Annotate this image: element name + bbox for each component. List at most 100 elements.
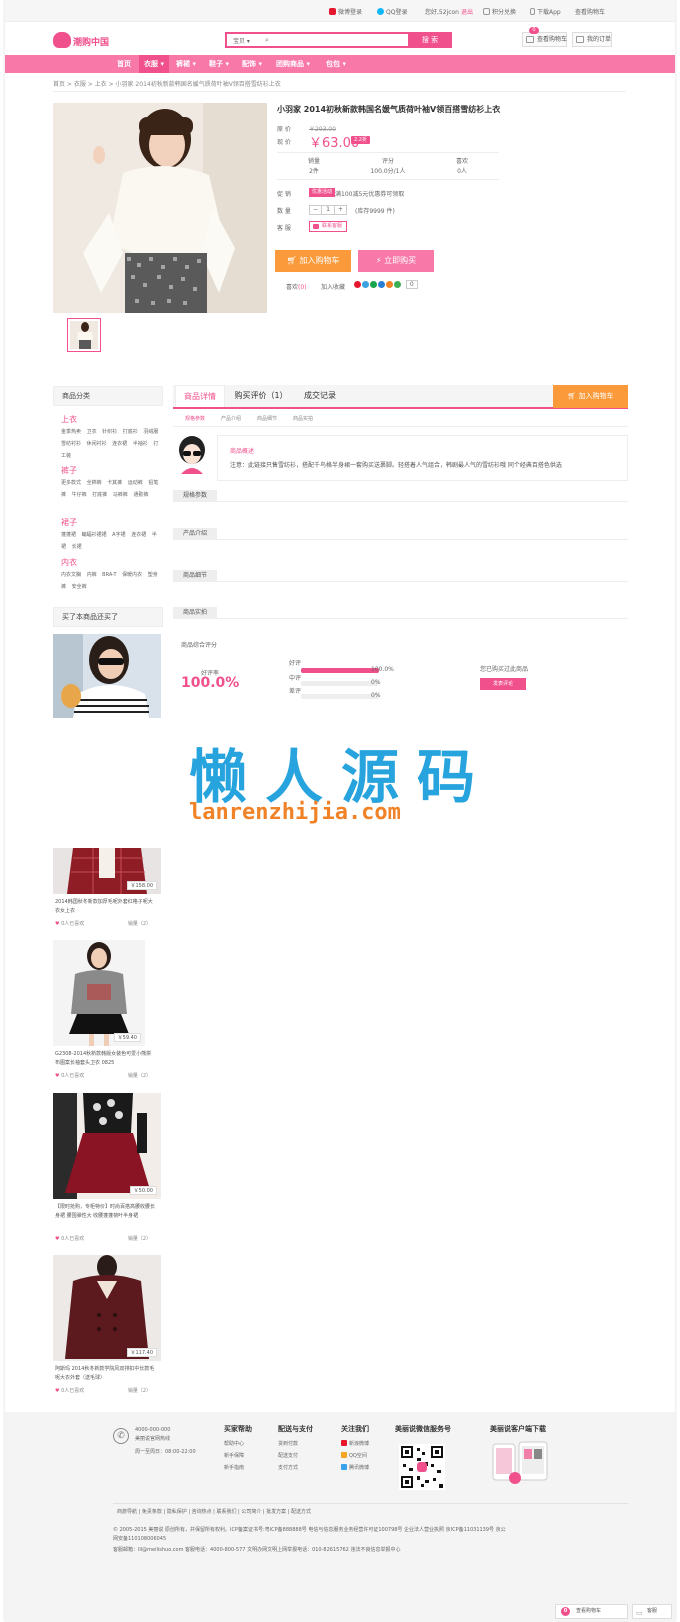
- sub-tabs: 规格参数 产品介绍 商品细节 商品实拍: [173, 413, 628, 427]
- contact-service-button[interactable]: 联系客服: [309, 221, 348, 232]
- also-bought-image[interactable]: [53, 634, 161, 718]
- topbar-cart-link[interactable]: 查看购物车: [575, 7, 605, 16]
- phone-icon: ✆: [113, 1428, 129, 1444]
- search-button[interactable]: 搜 索: [408, 32, 452, 48]
- product-thumbnail[interactable]: [67, 318, 101, 352]
- product-image[interactable]: ￥117.40: [53, 1255, 161, 1361]
- footer-links-row[interactable]: 商旅导航 | 免责条款 | 隐私保护 | 咨询热点 | 联系我们 | 公司简介 …: [117, 1508, 311, 1515]
- qty-minus-button[interactable]: −: [310, 206, 322, 214]
- like-count[interactable]: ♥ 0人已喜欢: [55, 1387, 84, 1394]
- product-name[interactable]: 阿斯玛 2014秋冬新款学院风双排扣中长款毛呢大衣外套（送毛球）: [55, 1365, 155, 1383]
- rating-row-mid-value: 0%: [371, 679, 381, 686]
- like-button[interactable]: 喜欢(0): [286, 282, 307, 291]
- subtab-specs[interactable]: 规格参数: [185, 415, 205, 422]
- product-name[interactable]: 【限时抢购，专柜特价】时尚百搭高腰收腰长身裙 腰围弹性大 收腰蓬蓬荷叶半身裙: [55, 1203, 155, 1221]
- tab-details[interactable]: 商品详情: [175, 385, 225, 407]
- footer-link-weibo[interactable]: 新浪微博: [341, 1438, 369, 1450]
- more-share-icon[interactable]: [394, 281, 401, 288]
- category-links-tops[interactable]: 金季热卖 卫衣 针织衫 打底衫 羽绒服 雪纺衬衫 休闲衬衫 连衣裙 半袖衫 打工…: [61, 426, 161, 462]
- product-name[interactable]: G2308-2014秋新款韩版女装色可爱小熊拼布图案长袖套头卫衣 0825: [55, 1050, 155, 1068]
- qty-input[interactable]: 1: [322, 206, 334, 214]
- orders-button[interactable]: 我的订单: [572, 32, 612, 47]
- category-links-pants[interactable]: 更多款式 全棉裤 卡其裤 运动裤 铅笔裤 牛仔裤 打底裤 马裤裤 通勤裤: [61, 477, 161, 501]
- list-item[interactable]: ￥158.00 2014韩国秋冬新款加厚毛呢外套红格子呢大衣女上衣 ♥ 0人已喜…: [53, 848, 163, 927]
- points-link[interactable]: 积分兑换: [483, 7, 516, 16]
- qzone-share-icon[interactable]: [362, 281, 369, 288]
- qq-login-link[interactable]: QQ登录: [377, 7, 407, 16]
- product-image[interactable]: ￥59.40: [53, 940, 145, 1046]
- nav-item-bags[interactable]: 包包 ▾: [321, 55, 351, 73]
- footer-link[interactable]: 帮助中心: [224, 1438, 244, 1450]
- tencent-share-icon[interactable]: [378, 281, 385, 288]
- section-details: 商品细节: [173, 570, 628, 582]
- add-to-cart-button[interactable]: 🛒︎ 加入购物车: [275, 250, 351, 272]
- search-category-select[interactable]: 宝贝 ▾: [233, 36, 250, 45]
- greeting: 您好,52jcon: [425, 9, 459, 16]
- logo-text: 潮购中国: [73, 38, 110, 48]
- footer-link[interactable]: 货到付款: [278, 1438, 298, 1450]
- footer-link-tencent[interactable]: 腾讯微博: [341, 1462, 369, 1474]
- footer-divider: [113, 1503, 628, 1504]
- copyright-line-3: 客服邮箱：lll@meilishuo.com 客服电话：4000-800-577…: [113, 1547, 401, 1553]
- footer-link[interactable]: 配送支付: [278, 1450, 298, 1462]
- favorite-button[interactable]: 加入收藏: [321, 282, 345, 291]
- list-item[interactable]: ￥117.40 阿斯玛 2014秋冬新款学院风双排扣中长款毛呢大衣外套（送毛球）…: [53, 1255, 163, 1394]
- weibo-login-link[interactable]: 微博登录: [329, 7, 362, 16]
- tab-reviews[interactable]: 购买评价（1）: [229, 385, 293, 407]
- subtab-intro[interactable]: 产品介绍: [221, 415, 241, 422]
- subtab-photos[interactable]: 商品实拍: [293, 415, 313, 422]
- sales-count: 销量（2）: [127, 1236, 151, 1242]
- nav-item-pants[interactable]: 裤裙 ▾: [171, 55, 201, 73]
- nav-item-home[interactable]: 首页: [111, 55, 137, 73]
- footer-link[interactable]: 支付方式: [278, 1462, 298, 1474]
- like-count[interactable]: ♥ 0人已喜欢: [55, 1072, 84, 1079]
- share-icons[interactable]: 0: [354, 280, 418, 289]
- site-logo[interactable]: 潮购中国: [53, 30, 109, 50]
- nav-item-accessories[interactable]: 配饰 ▾: [237, 55, 267, 73]
- post-review-button[interactable]: 发表评论: [480, 678, 526, 690]
- footer-hours: 周一至周日：08:00-22:00: [135, 1449, 196, 1455]
- footer-link-qzone[interactable]: QQ空间: [341, 1450, 367, 1462]
- category-links-skirts[interactable]: 蓬蓬裙 蝙蝠衫裙裙 A字裙 连衣裙 半裙 长裙: [61, 529, 161, 553]
- tab-transactions[interactable]: 成交记录: [295, 385, 345, 407]
- footer-link[interactable]: 新手指南: [224, 1462, 244, 1474]
- floating-service-button[interactable]: ▭ 客服: [632, 1604, 672, 1619]
- product-name[interactable]: 2014韩国秋冬新款加厚毛呢外套红格子呢大衣女上衣: [55, 898, 155, 916]
- product-image[interactable]: ￥158.00: [53, 848, 161, 894]
- cart-count-badge: 0: [561, 1607, 570, 1616]
- promo-text[interactable]: 满100减5元优惠券可领取: [335, 189, 404, 198]
- buy-now-button[interactable]: ⚡︎ 立即购买: [358, 250, 434, 272]
- wechat-share-icon[interactable]: [370, 281, 377, 288]
- category-links-underwear[interactable]: 内衣文胸 内裤 BRA-T 保暖内衣 塑身裤 安全裤: [61, 569, 161, 593]
- nav-item-clothes[interactable]: 衣服 ▾: [139, 55, 169, 73]
- product-main-image[interactable]: [53, 103, 267, 313]
- nav-item-group-buy[interactable]: 团购商品 ▾: [271, 55, 315, 73]
- app-download-image[interactable]: [491, 1440, 551, 1484]
- category-group-underwear[interactable]: 内衣: [61, 557, 77, 568]
- category-group-tops[interactable]: 上衣: [61, 414, 77, 425]
- list-item[interactable]: ￥59.40 G2308-2014秋新款韩版女装色可爱小熊拼布图案长袖套头卫衣 …: [53, 940, 163, 1079]
- section-photos: 商品实拍: [173, 607, 628, 619]
- subtab-details[interactable]: 商品细节: [257, 415, 277, 422]
- section-specs: 规格参数: [173, 490, 628, 502]
- wechat-title: 美丽说微信服务号: [395, 1425, 451, 1433]
- like-count[interactable]: ♥ 0人已喜欢: [55, 920, 84, 927]
- footer-col-title: 配送与支付: [278, 1425, 313, 1433]
- like-count[interactable]: ♥ 0人已喜欢: [55, 1235, 84, 1242]
- renren-share-icon[interactable]: [386, 281, 393, 288]
- tabs-add-to-cart-button[interactable]: 🛒︎ 加入购物车: [553, 385, 628, 408]
- share-count: 0: [405, 280, 418, 289]
- breadcrumb[interactable]: 首页 > 衣服 > 上衣 > 小羽家 2014初秋新款韩国名媛气质荷叶袖V领百搭…: [53, 79, 281, 88]
- header-cart-button[interactable]: 0 查看购物车: [522, 27, 567, 47]
- app-link[interactable]: 下载App: [530, 7, 561, 16]
- list-item[interactable]: ￥50.00 【限时抢购，专柜特价】时尚百搭高腰收腰长身裙 腰围弹性大 收腰蓬蓬…: [53, 1093, 163, 1242]
- floating-cart-button[interactable]: 0 查看购物车: [555, 1604, 628, 1619]
- category-group-pants[interactable]: 裤子: [61, 465, 77, 476]
- weibo-share-icon[interactable]: [354, 281, 361, 288]
- product-image[interactable]: ￥50.00: [53, 1093, 161, 1199]
- qty-plus-button[interactable]: +: [334, 206, 346, 214]
- logout-link[interactable]: 退出: [461, 7, 473, 16]
- footer-link[interactable]: 新手保障: [224, 1450, 244, 1462]
- nav-item-shoes[interactable]: 鞋子 ▾: [204, 55, 234, 73]
- category-group-skirts[interactable]: 裙子: [61, 517, 77, 528]
